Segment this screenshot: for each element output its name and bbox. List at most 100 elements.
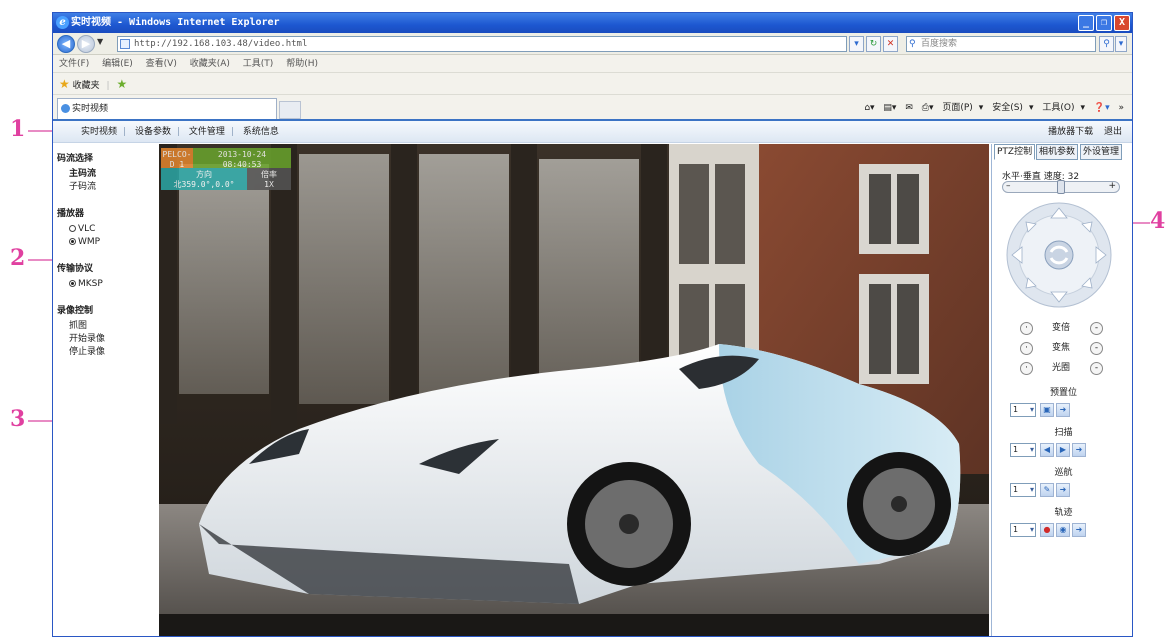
menu-help[interactable]: 帮助(H) xyxy=(286,59,318,69)
track-title: 轨迹 xyxy=(1054,508,1073,518)
mksp-radio[interactable] xyxy=(69,280,76,287)
scan-right-icon[interactable]: ▶ xyxy=(1056,443,1070,457)
menu-tools[interactable]: 工具(T) xyxy=(243,59,274,69)
ptz-tabs: PTZ控制 相机参数 外设管理 xyxy=(992,144,1132,160)
add-favorite-icon[interactable]: ★ xyxy=(116,77,127,91)
url-input[interactable]: http://192.168.103.48/video.html xyxy=(117,36,847,52)
tab-live-video[interactable]: 实时视频 xyxy=(57,98,277,119)
logout-link[interactable]: 退出 xyxy=(1104,127,1122,137)
osd-zoom-label: 倍率 xyxy=(261,170,277,179)
start-record-link[interactable]: 开始录像 xyxy=(57,333,157,346)
menu-favorites[interactable]: 收藏夹(A) xyxy=(190,59,230,69)
vlc-radio[interactable] xyxy=(69,225,76,232)
search-input[interactable]: ⚲ 百度搜索 xyxy=(906,36,1096,52)
ie-logo-icon: e xyxy=(56,16,69,29)
annotation-3: 3 xyxy=(10,406,26,432)
preset-call-icon[interactable]: ➜ xyxy=(1056,403,1070,417)
url-dropdown-button[interactable]: ▾ xyxy=(849,36,864,52)
focus-label: 变焦 xyxy=(1052,343,1071,353)
iris-open-button[interactable]: · xyxy=(1020,362,1033,375)
track-run-icon[interactable]: ➜ xyxy=(1072,523,1086,537)
search-go-button[interactable]: ⚲ xyxy=(1099,36,1114,52)
nav-file-management[interactable]: 文件管理 xyxy=(189,127,225,137)
zoom-out-button[interactable]: - xyxy=(1090,322,1103,335)
scan-run-icon[interactable]: ➜ xyxy=(1072,443,1086,457)
history-dropdown-icon[interactable]: ▼ xyxy=(97,37,103,46)
stop-button[interactable]: ✕ xyxy=(883,36,898,52)
back-button[interactable]: ◀ xyxy=(57,35,75,53)
cruise-select[interactable]: 1 xyxy=(1010,483,1036,497)
osd-channel-text: PELCO-D 1 xyxy=(162,150,192,169)
cruise-title: 巡航 xyxy=(1054,468,1073,478)
stop-record-link[interactable]: 停止录像 xyxy=(57,346,157,359)
nav-device-params[interactable]: 设备参数 xyxy=(135,127,171,137)
left-sidebar: 码流选择 主码流 子码流 播放器 VLC WMP 传输协议 MKSP 录像控制 … xyxy=(57,151,157,359)
search-placeholder: 百度搜索 xyxy=(921,39,958,49)
osd-date: 2013-10-24 xyxy=(217,150,267,159)
menu-view[interactable]: 查看(V) xyxy=(146,59,177,69)
speed-slider-knob[interactable] xyxy=(1057,180,1065,194)
osd-zoom: 倍率 1X xyxy=(247,168,291,190)
refresh-button[interactable]: ↻ xyxy=(866,36,881,52)
zoom-in-button[interactable]: · xyxy=(1020,322,1033,335)
cruise-edit-icon[interactable]: ✎ xyxy=(1040,483,1054,497)
osd-datetime: 2013-10-24 08:40:53 xyxy=(193,148,291,169)
address-bar: ◀ ▶ ▼ http://192.168.103.48/video.html ▾… xyxy=(53,33,1132,55)
maximize-button[interactable]: ❐ xyxy=(1096,15,1112,31)
feeds-icon[interactable]: ▤▾ xyxy=(883,103,896,113)
new-tab-button[interactable] xyxy=(279,101,301,119)
snapshot-link[interactable]: 抓图 xyxy=(57,320,157,333)
player-download-link[interactable]: 播放器下载 xyxy=(1048,127,1093,137)
overflow-icon[interactable]: » xyxy=(1118,103,1124,113)
preset-select[interactable]: 1 xyxy=(1010,403,1036,417)
minimize-button[interactable]: _ xyxy=(1078,15,1094,31)
menu-edit[interactable]: 编辑(E) xyxy=(102,59,133,69)
scan-left-icon[interactable]: ◀ xyxy=(1040,443,1054,457)
search-options-button[interactable]: ▾ xyxy=(1115,36,1127,52)
nav-live-video[interactable]: 实时视频 xyxy=(81,127,117,137)
preset-title: 预置位 xyxy=(1049,388,1077,398)
mail-icon[interactable]: ✉ xyxy=(905,103,913,113)
menu-file[interactable]: 文件(F) xyxy=(59,59,89,69)
tab-peripheral[interactable]: 外设管理 xyxy=(1080,144,1123,160)
tools-menu[interactable]: 工具(O) xyxy=(1042,103,1074,113)
favorites-button[interactable]: 收藏夹 xyxy=(73,81,100,91)
video-frame xyxy=(159,144,989,636)
annotation-2-line xyxy=(28,259,54,261)
track-select[interactable]: 1 xyxy=(1010,523,1036,537)
browser-window: e 实时视频 - Windows Internet Explorer _ ❐ X… xyxy=(52,12,1133,637)
video-player[interactable]: PELCO-D 1 2013-10-24 08:40:53 方向 北359.0°… xyxy=(159,144,989,636)
title-bar: e 实时视频 - Windows Internet Explorer _ ❐ X xyxy=(53,13,1132,33)
track-record-icon[interactable]: ● xyxy=(1040,523,1054,537)
wmp-radio[interactable] xyxy=(69,238,76,245)
speed-slider[interactable]: – + xyxy=(1002,180,1120,194)
protocol-mksp-option[interactable]: MKSP xyxy=(57,278,157,291)
window-title: 实时视频 - Windows Internet Explorer xyxy=(71,17,280,28)
tab-title: 实时视频 xyxy=(72,104,109,114)
nav-system-info[interactable]: 系统信息 xyxy=(243,127,279,137)
preset-set-icon[interactable]: ▣ xyxy=(1040,403,1054,417)
forward-button[interactable]: ▶ xyxy=(77,35,95,53)
page-menu-chevron-icon: ▾ xyxy=(978,103,984,113)
nav-separator: | xyxy=(176,127,180,137)
player-wmp-option[interactable]: WMP xyxy=(57,236,157,249)
tab-camera-params[interactable]: 相机参数 xyxy=(1036,144,1079,160)
tab-ptz-control[interactable]: PTZ控制 xyxy=(994,144,1036,160)
safety-menu[interactable]: 安全(S) xyxy=(992,103,1023,113)
close-button[interactable]: X xyxy=(1114,15,1130,31)
cruise-run-icon[interactable]: ➜ xyxy=(1056,483,1070,497)
track-stop-icon[interactable]: ◉ xyxy=(1056,523,1070,537)
osd-zoom-value: 1X xyxy=(264,180,274,189)
page-menu[interactable]: 页面(P) xyxy=(942,103,972,113)
scan-select[interactable]: 1 xyxy=(1010,443,1036,457)
print-icon[interactable]: ⎙▾ xyxy=(922,103,934,113)
ptz-direction-pad[interactable] xyxy=(1006,202,1112,308)
iris-close-button[interactable]: - xyxy=(1090,362,1103,375)
help-icon[interactable]: ❓▾ xyxy=(1094,103,1110,113)
focus-far-button[interactable]: - xyxy=(1090,342,1103,355)
focus-near-button[interactable]: · xyxy=(1020,342,1033,355)
home-icon[interactable]: ⌂▾ xyxy=(864,103,874,113)
player-vlc-option[interactable]: VLC xyxy=(57,223,157,236)
main-stream-option[interactable]: 主码流 xyxy=(57,168,157,181)
sub-stream-option[interactable]: 子码流 xyxy=(57,181,157,194)
